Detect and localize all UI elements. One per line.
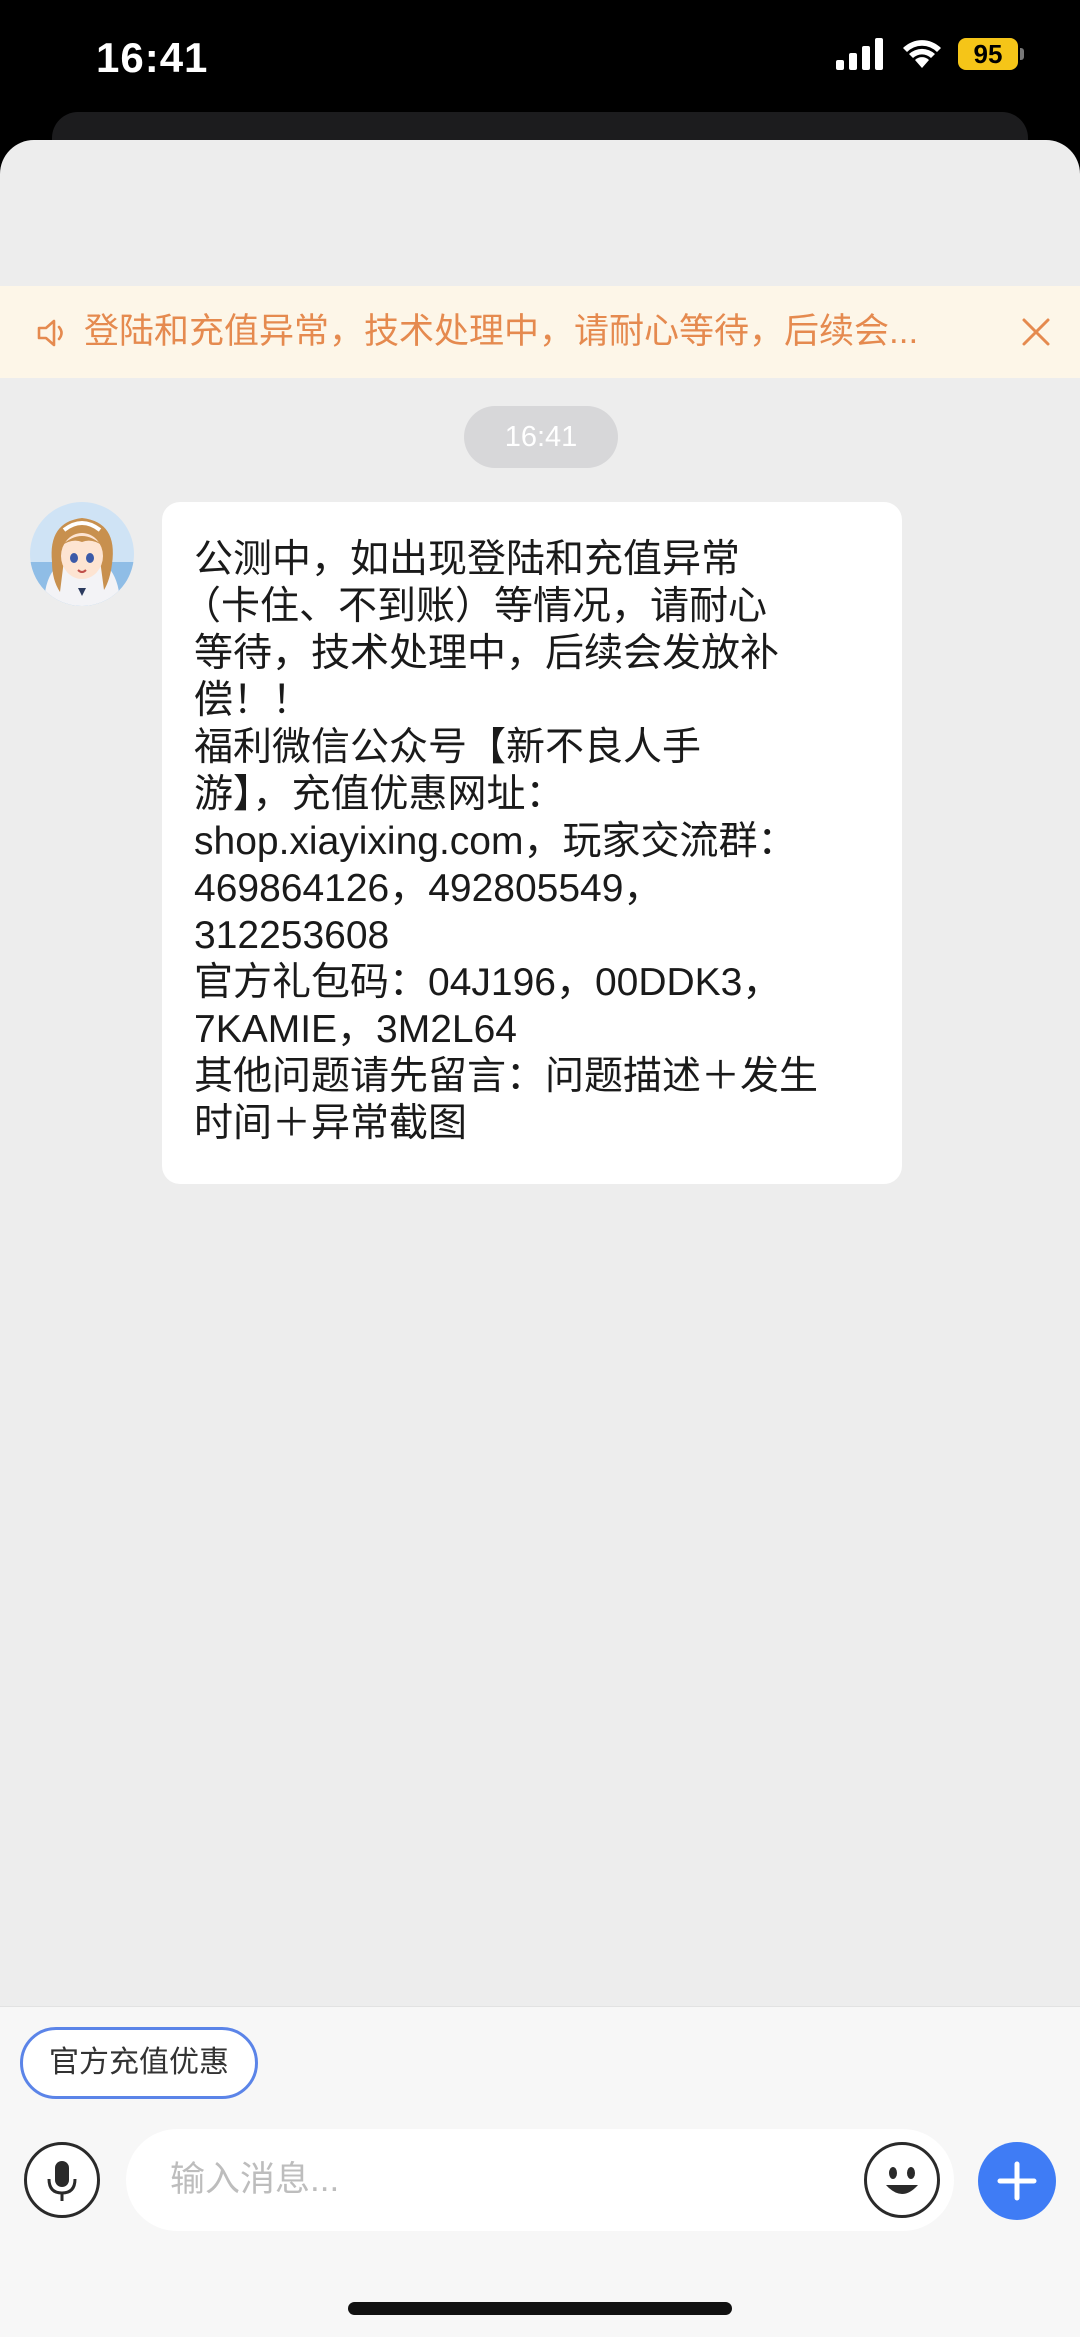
home-indicator[interactable] — [348, 2302, 732, 2315]
message-line: 469864126，492805549， — [194, 867, 663, 910]
battery-icon: 95 — [958, 38, 1024, 70]
message-line: （卡住、不到账）等情况，请耐心 — [182, 585, 768, 628]
composer: 官方充值优惠 — [0, 2006, 1080, 2337]
speaker-icon — [37, 319, 63, 347]
notice-text: 登陆和充值异常，技术处理中，请耐心等待，后续会... — [84, 312, 919, 351]
avatar[interactable] — [30, 502, 134, 606]
emoji-icon — [886, 2167, 918, 2194]
message-line: 7KAMIE，3M2L64 — [194, 1008, 517, 1051]
message-line: 偿！！ — [194, 679, 312, 722]
message-bubble[interactable]: 公测中，如出现登陆和充值异常 （卡住、不到账）等情况，请耐心 等待，技术处理中，… — [162, 502, 902, 1184]
plus-icon — [997, 2161, 1037, 2201]
voice-button[interactable] — [24, 2142, 100, 2218]
microphone-icon — [47, 2161, 77, 2201]
close-icon[interactable] — [1016, 312, 1056, 352]
cellular-signal-icon — [836, 38, 883, 70]
emoji-button[interactable] — [864, 2142, 940, 2218]
plus-button[interactable] — [978, 2142, 1056, 2220]
message-line: 福利微信公众号【新不良人手 — [194, 726, 702, 769]
message-line: 时间＋异常截图 — [194, 1102, 468, 1145]
wifi-icon — [903, 40, 941, 68]
message-line: 公测中，如出现登陆和充值异常 — [194, 538, 741, 581]
anime-girl-avatar-icon — [30, 502, 134, 606]
message-line: 其他问题请先留言：问题描述＋发生 — [194, 1055, 819, 1098]
message-link-line[interactable]: shop.xiayixing.com，玩家交流群： — [194, 818, 872, 865]
chat-timestamp: 16:41 — [464, 406, 618, 468]
message-line: 官方礼包码：04J196，00DDK3， — [194, 961, 782, 1004]
chat-sheet: 登陆和充值异常，技术处理中，请耐心等待，后续会... 16:41 公测中，如出现… — [0, 140, 1080, 2337]
battery-level: 95 — [958, 38, 1018, 70]
quick-reply-chip[interactable]: 官方充值优惠 — [20, 2027, 258, 2099]
notice-banner[interactable]: 登陆和充值异常，技术处理中，请耐心等待，后续会... — [0, 286, 1080, 378]
status-icons: 95 — [836, 38, 1024, 70]
message-input[interactable] — [126, 2129, 954, 2231]
message-line: 游】，充值优惠网址： — [194, 773, 565, 816]
status-time: 16:41 — [96, 34, 209, 81]
message-line: 312253608 — [194, 914, 390, 957]
message-line: 等待，技术处理中，后续会发放补 — [194, 632, 780, 675]
